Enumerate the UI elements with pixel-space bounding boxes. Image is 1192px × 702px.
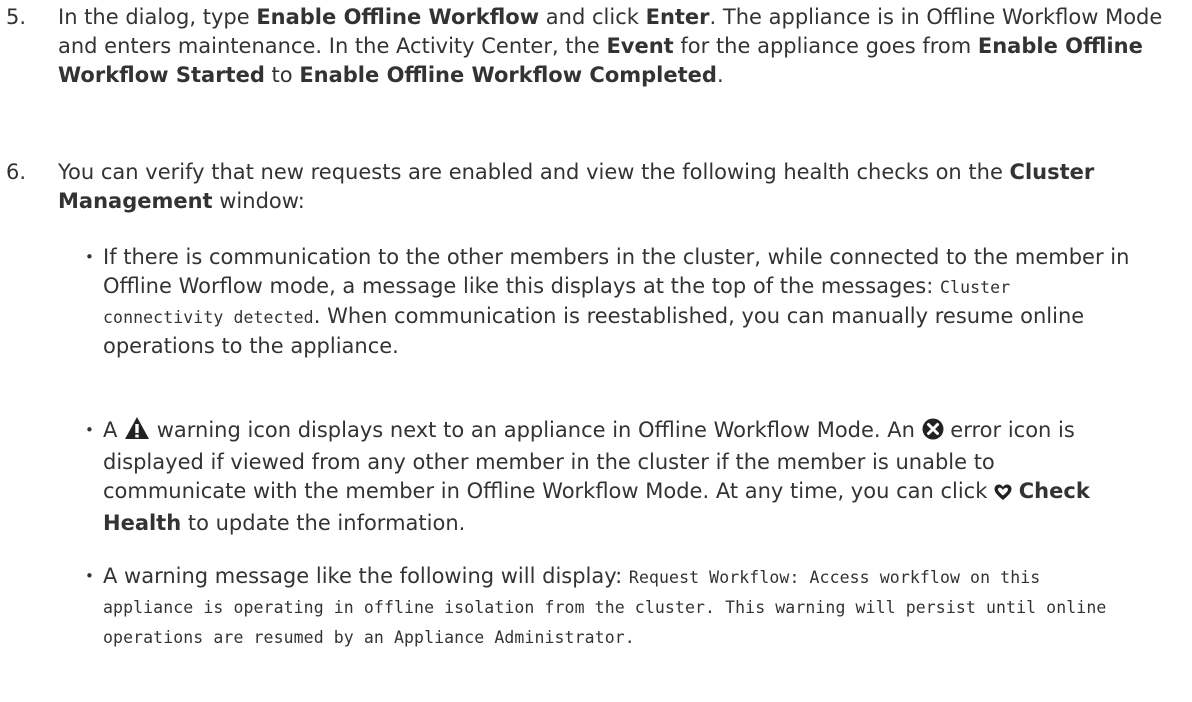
ui-term: Enable Offline Workflow Completed — [299, 63, 717, 87]
error-icon — [922, 418, 944, 448]
text-run: A — [103, 418, 125, 442]
document-page: 5. In the dialog, type Enable Offline Wo… — [0, 0, 1192, 702]
ui-term: Enter — [645, 5, 710, 29]
step-number: 6. — [6, 160, 27, 184]
text-run: and click — [539, 5, 646, 29]
bullet-dot: • — [85, 421, 94, 439]
text-run: window: — [212, 189, 305, 213]
bullet-dot: • — [85, 567, 94, 585]
warning-icon — [124, 416, 150, 448]
text-run: . — [716, 63, 724, 87]
heart-icon — [994, 480, 1012, 509]
text-run: to — [264, 63, 300, 87]
text-run: In the dialog, type — [58, 5, 257, 29]
text-run: for the appliance goes from — [673, 34, 978, 58]
bullet-text: A warning icon displays next to an appli… — [103, 416, 1133, 538]
bullet-text: A warning message like the following wil… — [103, 562, 1133, 652]
text-run: A warning message like the following wil… — [103, 564, 629, 588]
bullet-dot: • — [85, 248, 94, 266]
text-run: to update the information. — [181, 511, 466, 535]
step-5-text: In the dialog, type Enable Offline Workf… — [58, 3, 1168, 90]
ui-term: Event — [606, 34, 674, 58]
step-number: 5. — [6, 5, 27, 29]
text-run: warning icon displays next to an applian… — [150, 418, 922, 442]
text-run: You can verify that new requests are ena… — [58, 160, 1010, 184]
ui-term: Enable Offline Workflow — [256, 5, 540, 29]
step-6-text: You can verify that new requests are ena… — [58, 158, 1168, 216]
bullet-text: If there is communication to the other m… — [103, 243, 1133, 361]
